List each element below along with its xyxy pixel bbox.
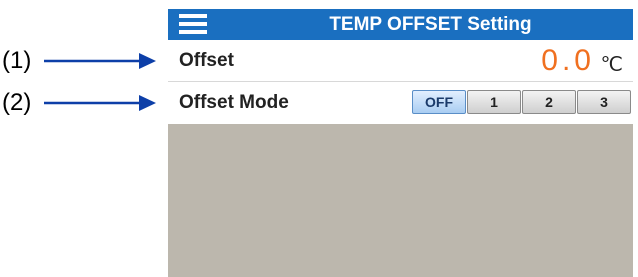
offset-label: Offset xyxy=(179,49,234,71)
device-screen: TEMP OFFSET Setting Offset 0.0 ℃ Offset … xyxy=(168,9,633,277)
mode-button-off[interactable]: OFF xyxy=(412,90,466,114)
mode-button-3[interactable]: 3 xyxy=(577,90,631,114)
hamburger-menu-icon[interactable] xyxy=(179,13,207,35)
page: (1) (2) TEMP OFFSET Setting Offset 0.0 ℃… xyxy=(0,0,638,277)
arrow-right-icon xyxy=(44,53,156,69)
offset-mode-row: Offset Mode OFF 1 2 3 xyxy=(168,82,633,124)
offset-row: Offset 0.0 ℃ xyxy=(168,40,633,82)
offset-mode-label: Offset Mode xyxy=(179,92,289,113)
page-title: TEMP OFFSET Setting xyxy=(329,14,532,35)
callout-1: (1) xyxy=(0,46,160,76)
callout-label-1: (1) xyxy=(2,47,32,74)
title-bar: TEMP OFFSET Setting xyxy=(168,9,633,40)
offset-unit: ℃ xyxy=(600,54,623,76)
callout-label-2: (2) xyxy=(2,89,32,116)
offset-mode-selector: OFF 1 2 3 xyxy=(412,90,632,114)
offset-value: 0.0 xyxy=(541,44,595,77)
arrow-right-icon xyxy=(44,95,156,111)
mode-button-2[interactable]: 2 xyxy=(522,90,576,114)
mode-button-1[interactable]: 1 xyxy=(467,90,521,114)
callout-2: (2) xyxy=(0,88,160,118)
